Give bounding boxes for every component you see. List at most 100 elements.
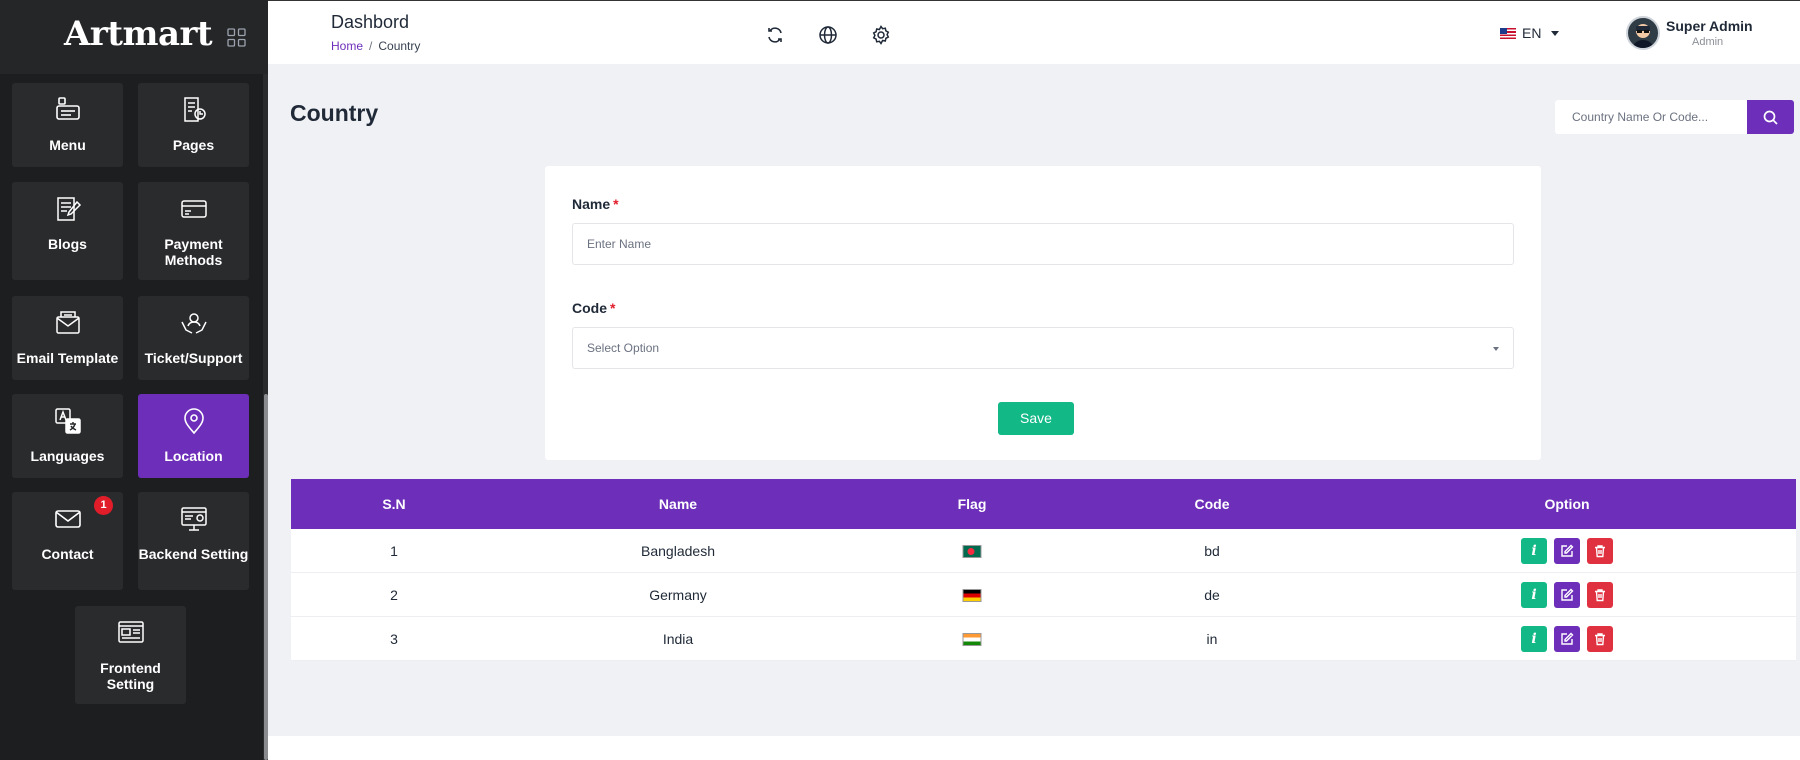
trash-icon (1595, 633, 1605, 646)
frontend-setting-icon (117, 621, 144, 643)
code-label: Code * (572, 300, 616, 316)
sidebar-item-label: Ticket/Support (144, 350, 243, 366)
table-row: 1 Bangladesh bd i (291, 529, 1796, 573)
blogs-icon (56, 197, 81, 221)
trash-icon (1595, 589, 1605, 602)
sidebar-scrollbar-thumb[interactable] (264, 394, 268, 760)
india-flag-icon (962, 633, 982, 646)
footer (268, 736, 1800, 760)
code-select-value: Select Option (587, 341, 660, 355)
cell-code: de (1204, 587, 1220, 603)
country-table: S.N Name Flag Code Option 1 Bangladesh b… (291, 479, 1796, 661)
contact-notification-badge: 1 (94, 496, 113, 515)
email-template-icon (55, 311, 80, 334)
breadcrumb-home-link[interactable]: Home (331, 39, 363, 53)
sidebar-item-frontend-setting[interactable]: Frontend Setting (75, 606, 186, 704)
sidebar-item-label: Payment Methods (164, 236, 223, 268)
edit-icon (1561, 632, 1574, 645)
sidebar-item-label: Location (164, 448, 223, 464)
edit-button[interactable] (1554, 626, 1580, 652)
sidebar-item-label: Languages (30, 448, 105, 464)
table-row: 2 Germany de i (291, 573, 1796, 617)
us-flag-icon (1500, 27, 1516, 39)
settings-gear-icon[interactable] (871, 25, 891, 45)
translate-icon (54, 408, 81, 434)
sidebar-item-languages[interactable]: Languages (12, 394, 123, 478)
grid-icon[interactable] (227, 28, 246, 47)
sidebar: Artmart Menu Pages Blogs Payment Methods… (0, 0, 268, 760)
table-header: S.N Name Flag Code Option (291, 479, 1796, 529)
sidebar-item-backend-setting[interactable]: Backend Setting (138, 492, 249, 590)
language-selector[interactable]: EN (1500, 25, 1560, 41)
required-mark: * (613, 196, 619, 212)
code-select[interactable]: Select Option (572, 327, 1514, 369)
search-button[interactable] (1747, 100, 1794, 134)
breadcrumb-current: Country (378, 39, 421, 53)
name-input[interactable] (572, 223, 1514, 265)
user-role: Admin (1692, 36, 1724, 48)
top-header: Dashbord Home / Country EN Super Admin Adm… (268, 0, 1800, 64)
edit-icon (1561, 544, 1574, 557)
breadcrumb-separator: / (369, 39, 373, 53)
page-title: Country (290, 100, 379, 126)
search-icon (1763, 110, 1778, 125)
sidebar-item-ticket-support[interactable]: Ticket/Support (138, 296, 249, 380)
brand-bar: Artmart (0, 0, 268, 74)
bangladesh-flag-icon (962, 545, 982, 558)
brand-logo[interactable]: Artmart (64, 14, 213, 54)
cell-code: in (1206, 631, 1218, 647)
page-heading: Dashbord (331, 12, 410, 32)
edit-button[interactable] (1554, 538, 1580, 564)
sidebar-item-email-template[interactable]: Email Template (12, 296, 123, 380)
sidebar-item-pages[interactable]: Pages (138, 83, 249, 167)
trash-icon (1595, 545, 1605, 558)
sidebar-item-location[interactable]: Location (138, 394, 249, 478)
sidebar-item-label: Email Template (16, 350, 119, 366)
delete-button[interactable] (1587, 538, 1613, 564)
caret-down-icon (1551, 30, 1560, 36)
sidebar-item-label: Pages (172, 137, 215, 153)
info-button[interactable]: i (1521, 626, 1547, 652)
avatar[interactable] (1626, 16, 1660, 50)
user-avatar-icon (1631, 24, 1655, 48)
column-header-option: Option (1544, 496, 1590, 512)
refresh-icon[interactable] (765, 25, 785, 45)
sidebar-item-menu[interactable]: Menu (12, 83, 123, 167)
breadcrumb: Home / Country (331, 39, 420, 53)
info-button[interactable]: i (1521, 538, 1547, 564)
cell-name: India (662, 631, 694, 647)
user-name[interactable]: Super Admin (1666, 18, 1753, 34)
column-header-sn: S.N (382, 496, 406, 512)
cell-sn: 2 (390, 587, 398, 603)
chevron-down-icon (1493, 347, 1499, 351)
country-search-input[interactable] (1555, 100, 1747, 134)
location-pin-icon (183, 408, 204, 435)
sidebar-item-label: Menu (49, 137, 86, 153)
pages-icon (183, 97, 206, 122)
delete-button[interactable] (1587, 582, 1613, 608)
sidebar-item-label: Contact (41, 546, 94, 562)
language-code: EN (1522, 25, 1542, 41)
column-header-name: Name (658, 496, 698, 512)
cell-sn: 1 (390, 543, 398, 559)
info-button[interactable]: i (1521, 582, 1547, 608)
sidebar-item-label: Frontend Setting (100, 660, 161, 692)
column-header-code: Code (1194, 496, 1230, 512)
delete-button[interactable] (1587, 626, 1613, 652)
sidebar-item-blogs[interactable]: Blogs (12, 182, 123, 280)
germany-flag-icon (962, 589, 982, 602)
country-form-card: Name* Code* Select Option Save (545, 166, 1541, 460)
column-header-flag: Flag (957, 496, 987, 512)
name-label: Name * (572, 196, 619, 212)
menu-icon (55, 97, 80, 120)
sidebar-item-label: Blogs (48, 236, 87, 252)
cell-sn: 3 (390, 631, 398, 647)
globe-icon[interactable] (818, 25, 838, 45)
payment-card-icon (180, 200, 207, 218)
edit-icon (1561, 588, 1574, 601)
cell-code: bd (1204, 543, 1220, 559)
sidebar-item-payment-methods[interactable]: Payment Methods (138, 182, 249, 280)
edit-button[interactable] (1554, 582, 1580, 608)
cell-name: Bangladesh (641, 543, 715, 559)
save-button[interactable]: Save (998, 402, 1074, 435)
